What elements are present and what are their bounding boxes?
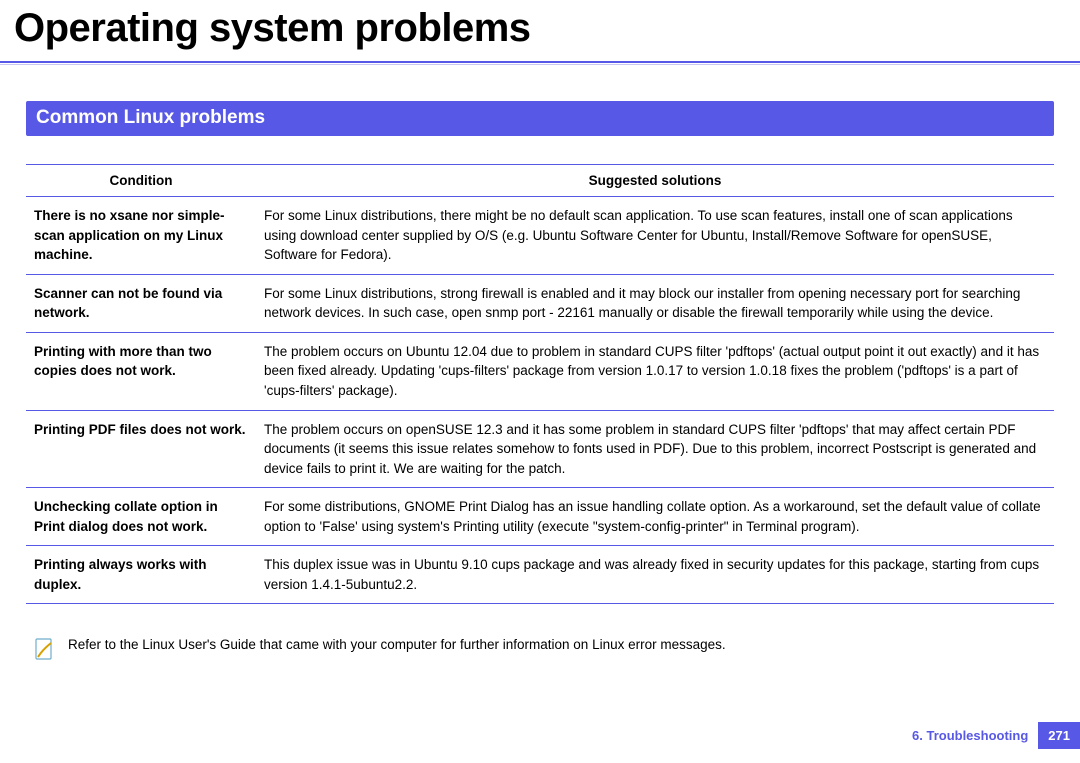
footer-page-number: 271	[1038, 722, 1080, 749]
table-header-row: Condition Suggested solutions	[26, 165, 1054, 197]
solution-cell: The problem occurs on Ubuntu 12.04 due t…	[256, 332, 1054, 410]
col-condition: Condition	[26, 165, 256, 197]
table-row: Printing always works with duplex. This …	[26, 546, 1054, 604]
page-title: Operating system problems	[0, 0, 1080, 61]
note: Refer to the Linux User's Guide that cam…	[26, 636, 1054, 660]
condition-cell: Unchecking collate option in Print dialo…	[26, 488, 256, 546]
page-footer: 6. Troubleshooting 271	[912, 722, 1080, 749]
table-row: Scanner can not be found via network. Fo…	[26, 274, 1054, 332]
condition-cell: Printing PDF files does not work.	[26, 410, 256, 488]
title-rule	[0, 61, 1080, 63]
section-header: Common Linux problems	[26, 101, 1054, 136]
content-area: Common Linux problems Condition Suggeste…	[0, 65, 1080, 660]
solution-cell: For some distributions, GNOME Print Dial…	[256, 488, 1054, 546]
solution-cell: For some Linux distributions, there migh…	[256, 197, 1054, 275]
footer-chapter: 6. Troubleshooting	[912, 722, 1038, 749]
condition-cell: Printing with more than two copies does …	[26, 332, 256, 410]
note-text: Refer to the Linux User's Guide that cam…	[68, 636, 726, 655]
table-row: Unchecking collate option in Print dialo…	[26, 488, 1054, 546]
solution-cell: For some Linux distributions, strong fir…	[256, 274, 1054, 332]
table-row: Printing with more than two copies does …	[26, 332, 1054, 410]
solution-cell: This duplex issue was in Ubuntu 9.10 cup…	[256, 546, 1054, 604]
table-row: Printing PDF files does not work. The pr…	[26, 410, 1054, 488]
condition-cell: Scanner can not be found via network.	[26, 274, 256, 332]
condition-cell: There is no xsane nor simple-scan applic…	[26, 197, 256, 275]
table-row: There is no xsane nor simple-scan applic…	[26, 197, 1054, 275]
col-solutions: Suggested solutions	[256, 165, 1054, 197]
problems-table: Condition Suggested solutions There is n…	[26, 164, 1054, 604]
condition-cell: Printing always works with duplex.	[26, 546, 256, 604]
note-icon	[34, 638, 54, 660]
solution-cell: The problem occurs on openSUSE 12.3 and …	[256, 410, 1054, 488]
